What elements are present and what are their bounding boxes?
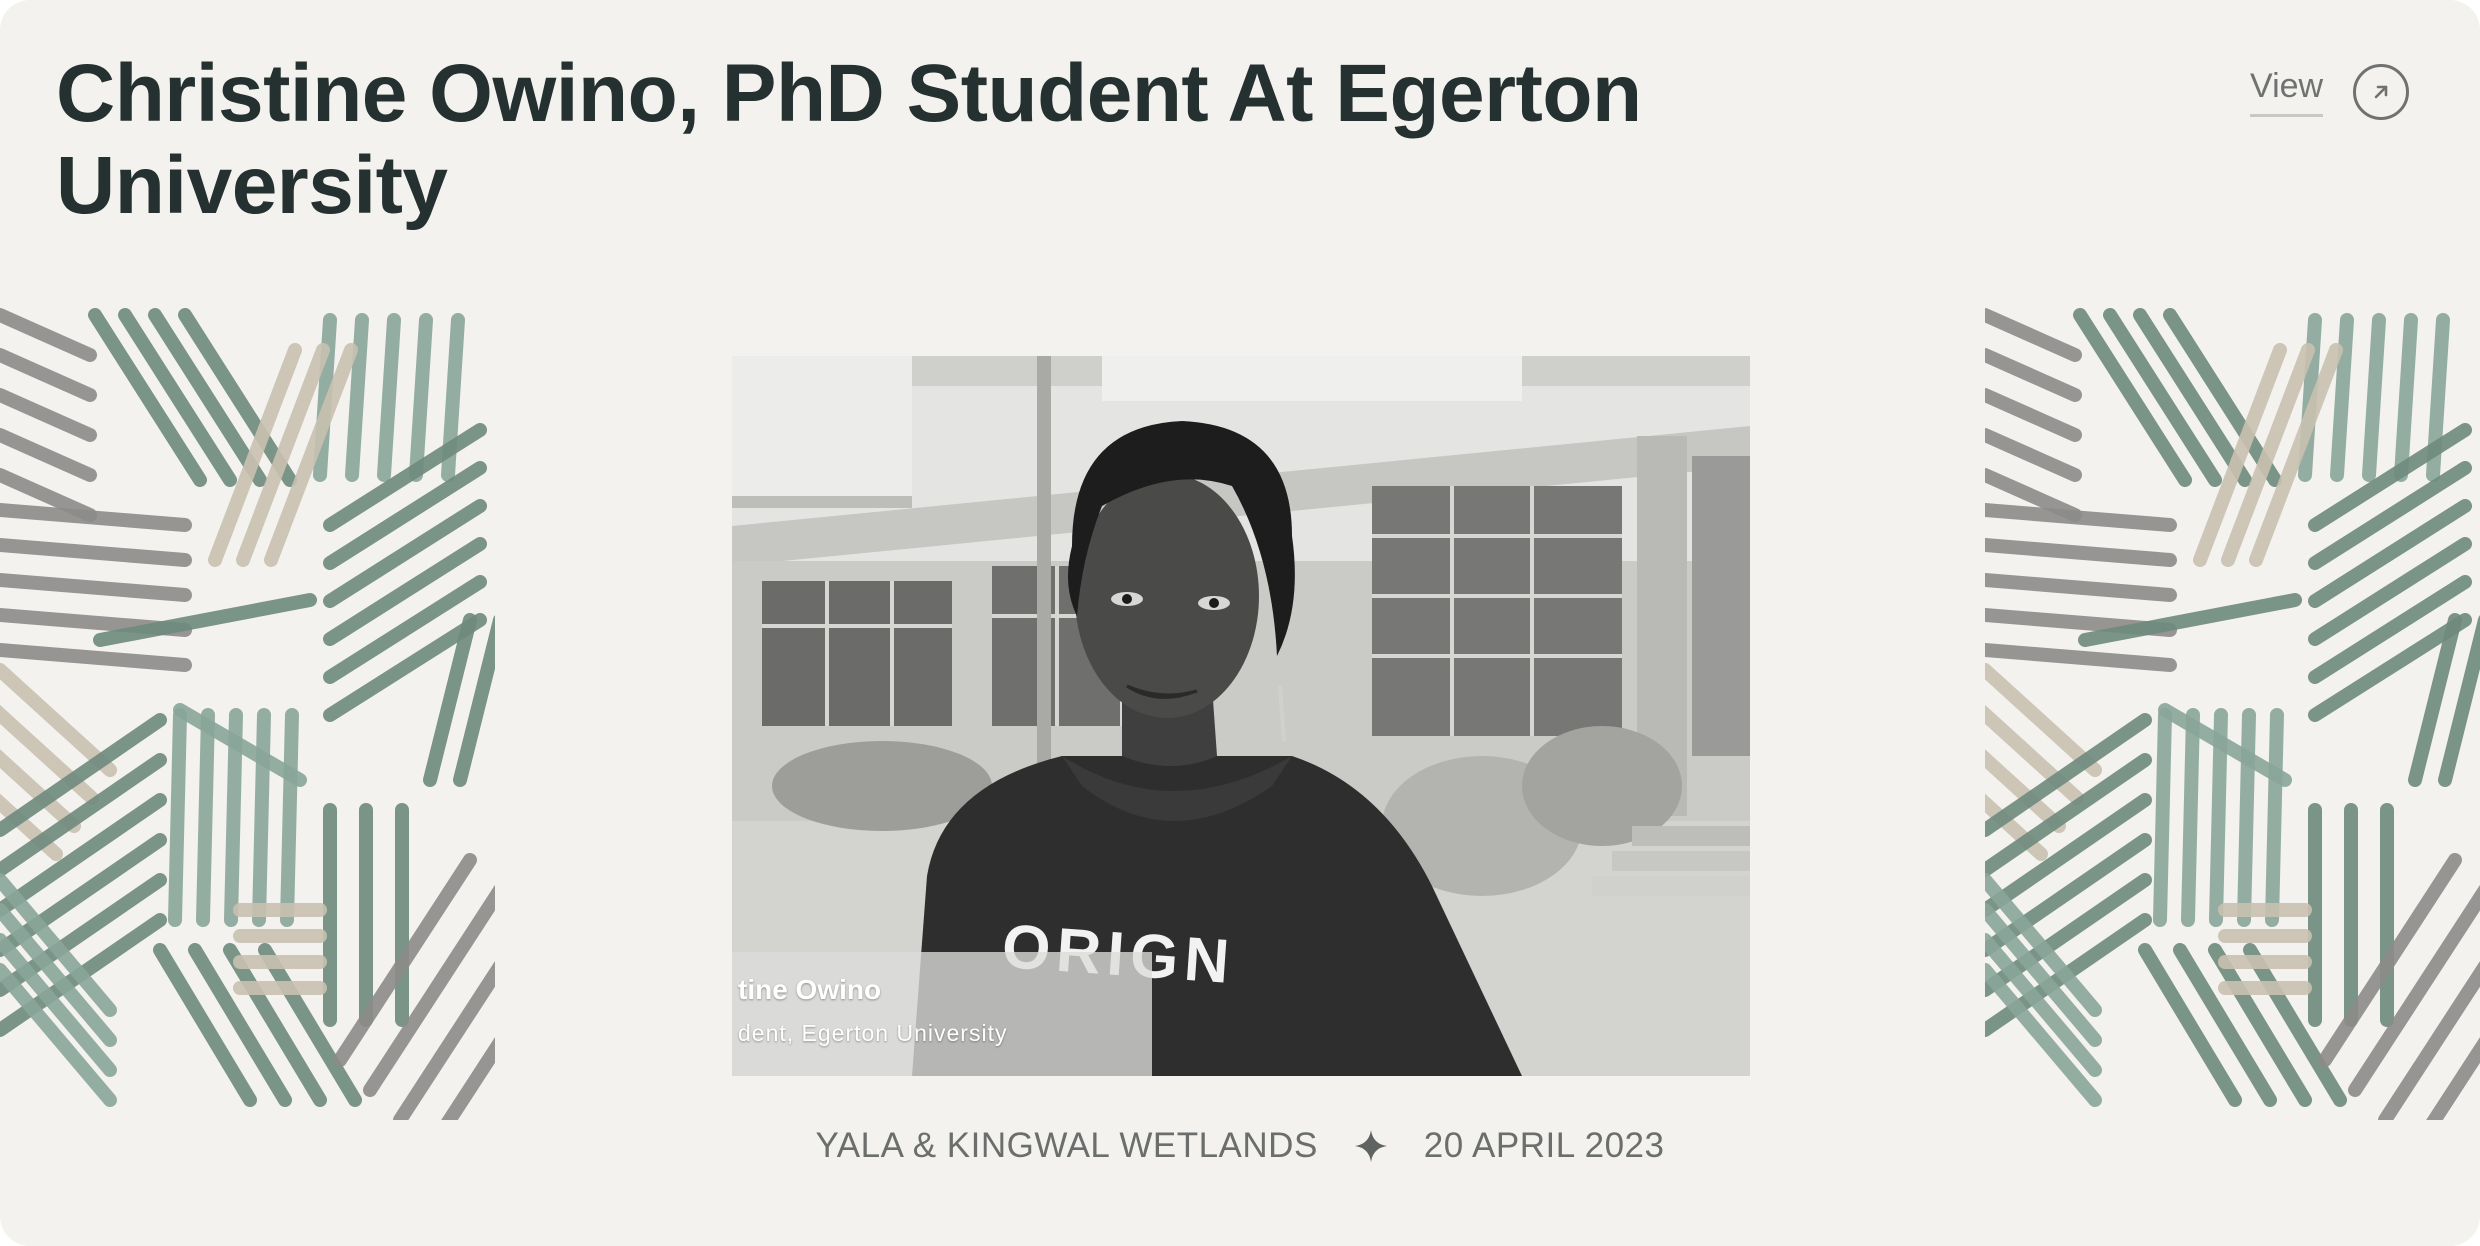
arrow-up-right-icon[interactable] — [2353, 64, 2410, 120]
hatch-stroke — [1985, 643, 2177, 672]
hatch-stroke — [0, 388, 97, 442]
hatch-stroke — [1985, 388, 2082, 442]
hatch-stroke — [1985, 348, 2082, 402]
hatch-stroke — [196, 708, 215, 927]
date-label: 20 APRIL 2023 — [1423, 1126, 1665, 1165]
hatch-stroke — [1985, 428, 2082, 482]
four-point-star-icon — [1354, 1129, 1388, 1163]
hatch-stroke — [0, 643, 192, 672]
hatch-stroke — [345, 313, 369, 482]
caption-name: tine Owino — [738, 974, 882, 1005]
hatch-stroke — [280, 708, 299, 927]
hatch-stroke — [0, 573, 192, 602]
hatch-stroke — [409, 313, 433, 482]
hatch-stroke — [2181, 708, 2200, 927]
hatch-stroke — [224, 708, 243, 927]
hatch-stroke — [377, 313, 401, 482]
hatch-stroke — [0, 428, 97, 482]
hatch-stroke — [2330, 313, 2354, 482]
hatch-stroke — [2394, 313, 2418, 482]
hatch-stroke — [252, 708, 271, 927]
hatch-stroke — [168, 708, 187, 927]
story-meta: YALA & KINGWAL WETLANDS 20 APRIL 2023 — [0, 1126, 2480, 1166]
video-caption-banner: tine Owino dent, Egerton University — [732, 952, 1152, 1076]
view-link[interactable]: View — [2250, 64, 2410, 120]
hatch-stroke — [2265, 708, 2284, 927]
location-label: YALA & KINGWAL WETLANDS — [815, 1126, 1318, 1165]
portrait-photo: ORIGN tine Owino dent, Egerton Universit… — [732, 356, 1750, 1076]
caption-role: dent, Egerton University — [738, 1020, 1008, 1046]
hatch-stroke — [2209, 708, 2228, 927]
hatch-stroke — [2153, 708, 2172, 927]
hatch-pattern-left — [0, 308, 495, 1120]
hatch-stroke — [1985, 573, 2177, 602]
hatch-stroke — [1985, 503, 2177, 532]
story-card[interactable]: Christine Owino, PhD Student At Egerton … — [0, 0, 2480, 1246]
hatch-stroke — [2362, 313, 2386, 482]
hatch-stroke — [1985, 308, 2082, 362]
hatch-stroke — [1985, 538, 2177, 567]
hatch-stroke — [0, 538, 192, 567]
hatch-stroke — [0, 348, 97, 402]
view-label[interactable]: View — [2250, 67, 2324, 117]
hatch-stroke — [0, 308, 97, 362]
hatch-stroke — [0, 503, 192, 532]
hatch-pattern-right — [1985, 308, 2480, 1120]
card-title: Christine Owino, PhD Student At Egerton … — [56, 48, 1642, 231]
hatch-stroke — [2237, 708, 2256, 927]
